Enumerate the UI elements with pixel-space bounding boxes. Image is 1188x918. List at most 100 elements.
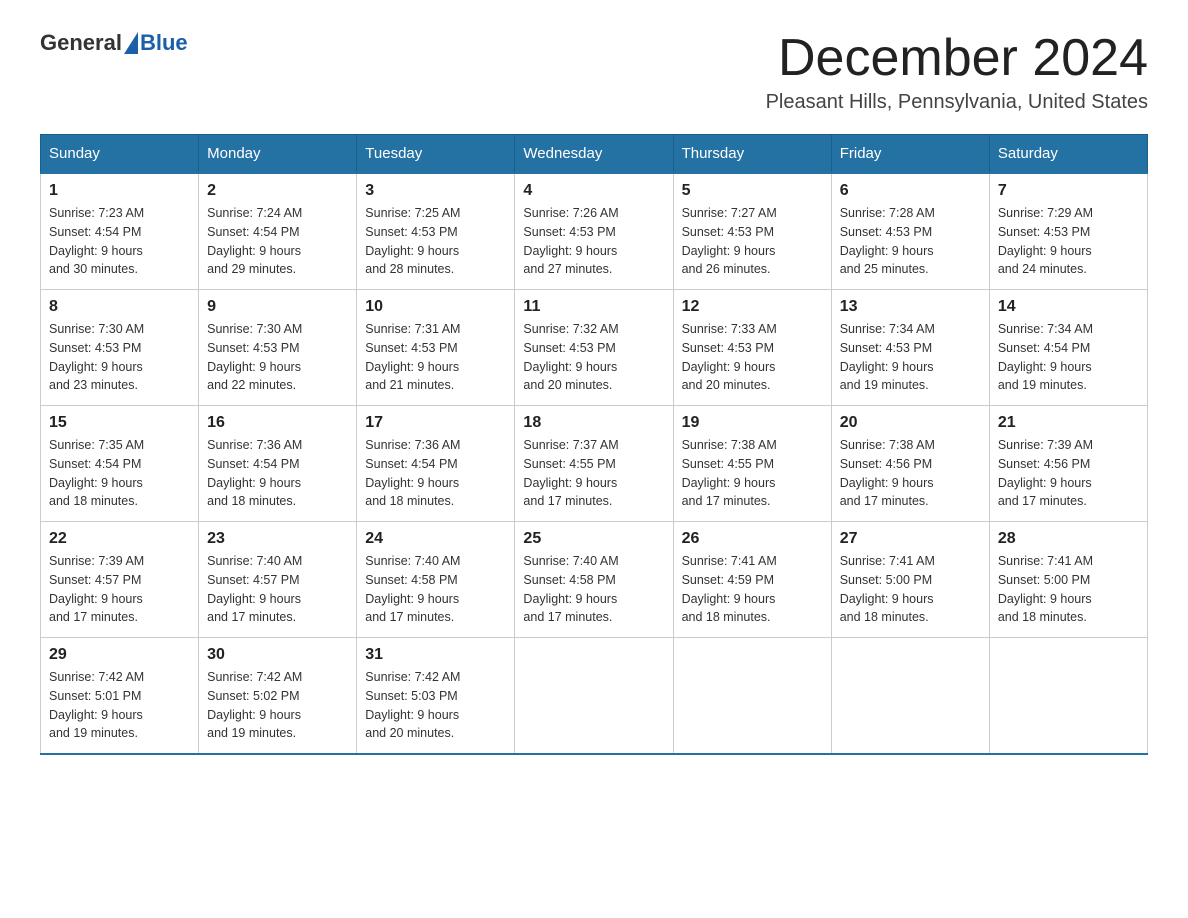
calendar-week-row: 22 Sunrise: 7:39 AM Sunset: 4:57 PM Dayl… [41, 522, 1148, 638]
table-row: 29 Sunrise: 7:42 AM Sunset: 5:01 PM Dayl… [41, 638, 199, 755]
header-thursday: Thursday [673, 135, 831, 174]
day-info: Sunrise: 7:36 AM Sunset: 4:54 PM Dayligh… [207, 436, 348, 511]
day-number: 16 [207, 414, 348, 432]
day-info: Sunrise: 7:25 AM Sunset: 4:53 PM Dayligh… [365, 204, 506, 279]
day-number: 2 [207, 182, 348, 200]
day-info: Sunrise: 7:41 AM Sunset: 5:00 PM Dayligh… [840, 552, 981, 627]
table-row: 3 Sunrise: 7:25 AM Sunset: 4:53 PM Dayli… [357, 173, 515, 290]
day-info: Sunrise: 7:33 AM Sunset: 4:53 PM Dayligh… [682, 320, 823, 395]
table-row: 17 Sunrise: 7:36 AM Sunset: 4:54 PM Dayl… [357, 406, 515, 522]
day-number: 10 [365, 298, 506, 316]
day-info: Sunrise: 7:29 AM Sunset: 4:53 PM Dayligh… [998, 204, 1139, 279]
day-info: Sunrise: 7:41 AM Sunset: 5:00 PM Dayligh… [998, 552, 1139, 627]
logo-triangle-icon [124, 32, 138, 54]
table-row: 16 Sunrise: 7:36 AM Sunset: 4:54 PM Dayl… [199, 406, 357, 522]
day-number: 8 [49, 298, 190, 316]
day-number: 13 [840, 298, 981, 316]
day-number: 28 [998, 530, 1139, 548]
day-number: 15 [49, 414, 190, 432]
header-sunday: Sunday [41, 135, 199, 174]
table-row: 15 Sunrise: 7:35 AM Sunset: 4:54 PM Dayl… [41, 406, 199, 522]
table-row: 9 Sunrise: 7:30 AM Sunset: 4:53 PM Dayli… [199, 290, 357, 406]
day-info: Sunrise: 7:38 AM Sunset: 4:56 PM Dayligh… [840, 436, 981, 511]
header-wednesday: Wednesday [515, 135, 673, 174]
header-tuesday: Tuesday [357, 135, 515, 174]
day-info: Sunrise: 7:42 AM Sunset: 5:03 PM Dayligh… [365, 668, 506, 743]
day-info: Sunrise: 7:41 AM Sunset: 4:59 PM Dayligh… [682, 552, 823, 627]
table-row: 1 Sunrise: 7:23 AM Sunset: 4:54 PM Dayli… [41, 173, 199, 290]
logo: General Blue [40, 30, 188, 56]
day-info: Sunrise: 7:39 AM Sunset: 4:56 PM Dayligh… [998, 436, 1139, 511]
table-row: 30 Sunrise: 7:42 AM Sunset: 5:02 PM Dayl… [199, 638, 357, 755]
day-number: 4 [523, 182, 664, 200]
day-info: Sunrise: 7:23 AM Sunset: 4:54 PM Dayligh… [49, 204, 190, 279]
day-info: Sunrise: 7:40 AM Sunset: 4:58 PM Dayligh… [523, 552, 664, 627]
day-number: 20 [840, 414, 981, 432]
day-info: Sunrise: 7:34 AM Sunset: 4:54 PM Dayligh… [998, 320, 1139, 395]
day-info: Sunrise: 7:40 AM Sunset: 4:57 PM Dayligh… [207, 552, 348, 627]
table-row: 7 Sunrise: 7:29 AM Sunset: 4:53 PM Dayli… [989, 173, 1147, 290]
day-info: Sunrise: 7:36 AM Sunset: 4:54 PM Dayligh… [365, 436, 506, 511]
day-info: Sunrise: 7:35 AM Sunset: 4:54 PM Dayligh… [49, 436, 190, 511]
table-row [673, 638, 831, 755]
table-row: 2 Sunrise: 7:24 AM Sunset: 4:54 PM Dayli… [199, 173, 357, 290]
day-number: 1 [49, 182, 190, 200]
day-info: Sunrise: 7:38 AM Sunset: 4:55 PM Dayligh… [682, 436, 823, 511]
calendar-header-row: Sunday Monday Tuesday Wednesday Thursday… [41, 135, 1148, 174]
header-friday: Friday [831, 135, 989, 174]
day-info: Sunrise: 7:27 AM Sunset: 4:53 PM Dayligh… [682, 204, 823, 279]
header-monday: Monday [199, 135, 357, 174]
calendar-week-row: 29 Sunrise: 7:42 AM Sunset: 5:01 PM Dayl… [41, 638, 1148, 755]
table-row: 5 Sunrise: 7:27 AM Sunset: 4:53 PM Dayli… [673, 173, 831, 290]
calendar-week-row: 1 Sunrise: 7:23 AM Sunset: 4:54 PM Dayli… [41, 173, 1148, 290]
table-row: 28 Sunrise: 7:41 AM Sunset: 5:00 PM Dayl… [989, 522, 1147, 638]
day-number: 3 [365, 182, 506, 200]
table-row: 10 Sunrise: 7:31 AM Sunset: 4:53 PM Dayl… [357, 290, 515, 406]
day-info: Sunrise: 7:24 AM Sunset: 4:54 PM Dayligh… [207, 204, 348, 279]
table-row: 27 Sunrise: 7:41 AM Sunset: 5:00 PM Dayl… [831, 522, 989, 638]
day-info: Sunrise: 7:30 AM Sunset: 4:53 PM Dayligh… [49, 320, 190, 395]
day-info: Sunrise: 7:42 AM Sunset: 5:01 PM Dayligh… [49, 668, 190, 743]
day-info: Sunrise: 7:34 AM Sunset: 4:53 PM Dayligh… [840, 320, 981, 395]
table-row: 31 Sunrise: 7:42 AM Sunset: 5:03 PM Dayl… [357, 638, 515, 755]
day-number: 5 [682, 182, 823, 200]
day-number: 9 [207, 298, 348, 316]
day-number: 23 [207, 530, 348, 548]
day-info: Sunrise: 7:30 AM Sunset: 4:53 PM Dayligh… [207, 320, 348, 395]
day-info: Sunrise: 7:39 AM Sunset: 4:57 PM Dayligh… [49, 552, 190, 627]
logo-blue-text: Blue [140, 30, 188, 56]
month-title: December 2024 [766, 30, 1148, 87]
day-number: 24 [365, 530, 506, 548]
day-number: 31 [365, 646, 506, 664]
table-row: 26 Sunrise: 7:41 AM Sunset: 4:59 PM Dayl… [673, 522, 831, 638]
table-row: 6 Sunrise: 7:28 AM Sunset: 4:53 PM Dayli… [831, 173, 989, 290]
day-info: Sunrise: 7:26 AM Sunset: 4:53 PM Dayligh… [523, 204, 664, 279]
day-number: 29 [49, 646, 190, 664]
day-number: 26 [682, 530, 823, 548]
day-number: 27 [840, 530, 981, 548]
day-number: 14 [998, 298, 1139, 316]
table-row: 21 Sunrise: 7:39 AM Sunset: 4:56 PM Dayl… [989, 406, 1147, 522]
table-row: 19 Sunrise: 7:38 AM Sunset: 4:55 PM Dayl… [673, 406, 831, 522]
table-row: 20 Sunrise: 7:38 AM Sunset: 4:56 PM Dayl… [831, 406, 989, 522]
table-row: 18 Sunrise: 7:37 AM Sunset: 4:55 PM Dayl… [515, 406, 673, 522]
day-number: 12 [682, 298, 823, 316]
day-number: 25 [523, 530, 664, 548]
table-row: 23 Sunrise: 7:40 AM Sunset: 4:57 PM Dayl… [199, 522, 357, 638]
table-row [831, 638, 989, 755]
table-row: 13 Sunrise: 7:34 AM Sunset: 4:53 PM Dayl… [831, 290, 989, 406]
calendar-table: Sunday Monday Tuesday Wednesday Thursday… [40, 134, 1148, 755]
day-info: Sunrise: 7:40 AM Sunset: 4:58 PM Dayligh… [365, 552, 506, 627]
day-info: Sunrise: 7:42 AM Sunset: 5:02 PM Dayligh… [207, 668, 348, 743]
day-number: 19 [682, 414, 823, 432]
day-number: 21 [998, 414, 1139, 432]
table-row: 24 Sunrise: 7:40 AM Sunset: 4:58 PM Dayl… [357, 522, 515, 638]
day-number: 30 [207, 646, 348, 664]
calendar-week-row: 8 Sunrise: 7:30 AM Sunset: 4:53 PM Dayli… [41, 290, 1148, 406]
day-number: 7 [998, 182, 1139, 200]
header: General Blue December 2024 Pleasant Hill… [40, 30, 1148, 114]
header-saturday: Saturday [989, 135, 1147, 174]
logo-general-text: General [40, 30, 122, 56]
table-row [989, 638, 1147, 755]
table-row: 14 Sunrise: 7:34 AM Sunset: 4:54 PM Dayl… [989, 290, 1147, 406]
